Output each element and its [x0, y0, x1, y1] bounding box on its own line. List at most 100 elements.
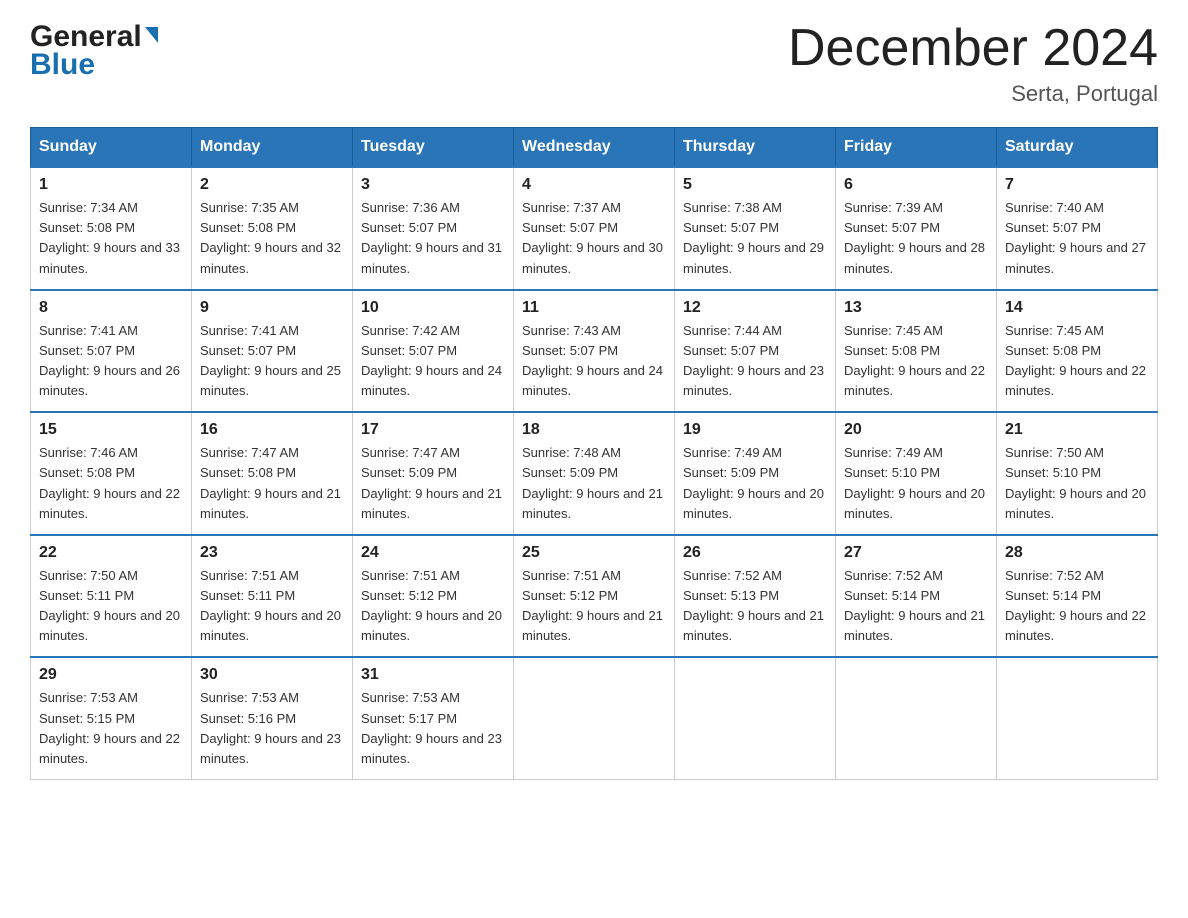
day-cell: 28 Sunrise: 7:52 AM Sunset: 5:14 PM Dayl…: [997, 535, 1158, 658]
day-cell: 30 Sunrise: 7:53 AM Sunset: 5:16 PM Dayl…: [192, 657, 353, 779]
col-header-sunday: Sunday: [31, 128, 192, 168]
day-info: Sunrise: 7:47 AM Sunset: 5:09 PM Dayligh…: [361, 443, 505, 524]
day-info: Sunrise: 7:39 AM Sunset: 5:07 PM Dayligh…: [844, 198, 988, 279]
day-cell: 29 Sunrise: 7:53 AM Sunset: 5:15 PM Dayl…: [31, 657, 192, 779]
day-number: 26: [683, 544, 827, 562]
col-header-tuesday: Tuesday: [353, 128, 514, 168]
day-cell: 19 Sunrise: 7:49 AM Sunset: 5:09 PM Dayl…: [675, 412, 836, 535]
day-number: 14: [1005, 299, 1149, 317]
day-info: Sunrise: 7:36 AM Sunset: 5:07 PM Dayligh…: [361, 198, 505, 279]
day-info: Sunrise: 7:51 AM Sunset: 5:11 PM Dayligh…: [200, 566, 344, 647]
day-info: Sunrise: 7:49 AM Sunset: 5:09 PM Dayligh…: [683, 443, 827, 524]
day-cell: 8 Sunrise: 7:41 AM Sunset: 5:07 PM Dayli…: [31, 290, 192, 413]
day-number: 8: [39, 299, 183, 317]
day-cell: [514, 657, 675, 779]
day-number: 1: [39, 176, 183, 194]
day-number: 24: [361, 544, 505, 562]
day-info: Sunrise: 7:51 AM Sunset: 5:12 PM Dayligh…: [522, 566, 666, 647]
day-number: 17: [361, 421, 505, 439]
day-cell: 13 Sunrise: 7:45 AM Sunset: 5:08 PM Dayl…: [836, 290, 997, 413]
day-number: 29: [39, 666, 183, 684]
day-number: 3: [361, 176, 505, 194]
day-number: 7: [1005, 176, 1149, 194]
day-number: 5: [683, 176, 827, 194]
day-number: 9: [200, 299, 344, 317]
day-number: 21: [1005, 421, 1149, 439]
day-cell: 15 Sunrise: 7:46 AM Sunset: 5:08 PM Dayl…: [31, 412, 192, 535]
col-header-wednesday: Wednesday: [514, 128, 675, 168]
day-cell: 2 Sunrise: 7:35 AM Sunset: 5:08 PM Dayli…: [192, 167, 353, 290]
day-info: Sunrise: 7:53 AM Sunset: 5:16 PM Dayligh…: [200, 688, 344, 769]
day-cell: 9 Sunrise: 7:41 AM Sunset: 5:07 PM Dayli…: [192, 290, 353, 413]
day-info: Sunrise: 7:38 AM Sunset: 5:07 PM Dayligh…: [683, 198, 827, 279]
day-info: Sunrise: 7:52 AM Sunset: 5:14 PM Dayligh…: [844, 566, 988, 647]
day-cell: 20 Sunrise: 7:49 AM Sunset: 5:10 PM Dayl…: [836, 412, 997, 535]
day-number: 25: [522, 544, 666, 562]
day-info: Sunrise: 7:50 AM Sunset: 5:11 PM Dayligh…: [39, 566, 183, 647]
day-info: Sunrise: 7:41 AM Sunset: 5:07 PM Dayligh…: [39, 321, 183, 402]
day-cell: [997, 657, 1158, 779]
day-cell: 24 Sunrise: 7:51 AM Sunset: 5:12 PM Dayl…: [353, 535, 514, 658]
day-number: 4: [522, 176, 666, 194]
day-info: Sunrise: 7:40 AM Sunset: 5:07 PM Dayligh…: [1005, 198, 1149, 279]
day-cell: 4 Sunrise: 7:37 AM Sunset: 5:07 PM Dayli…: [514, 167, 675, 290]
day-cell: 26 Sunrise: 7:52 AM Sunset: 5:13 PM Dayl…: [675, 535, 836, 658]
day-info: Sunrise: 7:53 AM Sunset: 5:15 PM Dayligh…: [39, 688, 183, 769]
week-row-2: 8 Sunrise: 7:41 AM Sunset: 5:07 PM Dayli…: [31, 290, 1158, 413]
page-header: General Blue December 2024 Serta, Portug…: [30, 20, 1158, 107]
day-info: Sunrise: 7:43 AM Sunset: 5:07 PM Dayligh…: [522, 321, 666, 402]
day-info: Sunrise: 7:46 AM Sunset: 5:08 PM Dayligh…: [39, 443, 183, 524]
day-info: Sunrise: 7:41 AM Sunset: 5:07 PM Dayligh…: [200, 321, 344, 402]
day-number: 31: [361, 666, 505, 684]
col-header-friday: Friday: [836, 128, 997, 168]
day-number: 11: [522, 299, 666, 317]
day-info: Sunrise: 7:44 AM Sunset: 5:07 PM Dayligh…: [683, 321, 827, 402]
day-number: 27: [844, 544, 988, 562]
day-cell: 21 Sunrise: 7:50 AM Sunset: 5:10 PM Dayl…: [997, 412, 1158, 535]
header-row: SundayMondayTuesdayWednesdayThursdayFrid…: [31, 128, 1158, 168]
logo-blue: Blue: [30, 48, 95, 82]
day-cell: [675, 657, 836, 779]
day-number: 6: [844, 176, 988, 194]
day-cell: 18 Sunrise: 7:48 AM Sunset: 5:09 PM Dayl…: [514, 412, 675, 535]
week-row-3: 15 Sunrise: 7:46 AM Sunset: 5:08 PM Dayl…: [31, 412, 1158, 535]
day-cell: 25 Sunrise: 7:51 AM Sunset: 5:12 PM Dayl…: [514, 535, 675, 658]
day-info: Sunrise: 7:34 AM Sunset: 5:08 PM Dayligh…: [39, 198, 183, 279]
day-info: Sunrise: 7:52 AM Sunset: 5:13 PM Dayligh…: [683, 566, 827, 647]
day-number: 20: [844, 421, 988, 439]
day-number: 28: [1005, 544, 1149, 562]
title-section: December 2024 Serta, Portugal: [788, 20, 1158, 107]
day-info: Sunrise: 7:45 AM Sunset: 5:08 PM Dayligh…: [1005, 321, 1149, 402]
day-info: Sunrise: 7:37 AM Sunset: 5:07 PM Dayligh…: [522, 198, 666, 279]
day-number: 2: [200, 176, 344, 194]
day-number: 10: [361, 299, 505, 317]
day-info: Sunrise: 7:51 AM Sunset: 5:12 PM Dayligh…: [361, 566, 505, 647]
day-cell: 22 Sunrise: 7:50 AM Sunset: 5:11 PM Dayl…: [31, 535, 192, 658]
day-info: Sunrise: 7:47 AM Sunset: 5:08 PM Dayligh…: [200, 443, 344, 524]
day-cell: 1 Sunrise: 7:34 AM Sunset: 5:08 PM Dayli…: [31, 167, 192, 290]
day-cell: 12 Sunrise: 7:44 AM Sunset: 5:07 PM Dayl…: [675, 290, 836, 413]
day-info: Sunrise: 7:53 AM Sunset: 5:17 PM Dayligh…: [361, 688, 505, 769]
day-cell: 23 Sunrise: 7:51 AM Sunset: 5:11 PM Dayl…: [192, 535, 353, 658]
logo: General Blue: [30, 20, 158, 82]
day-number: 15: [39, 421, 183, 439]
day-number: 12: [683, 299, 827, 317]
day-cell: 7 Sunrise: 7:40 AM Sunset: 5:07 PM Dayli…: [997, 167, 1158, 290]
day-info: Sunrise: 7:48 AM Sunset: 5:09 PM Dayligh…: [522, 443, 666, 524]
day-number: 13: [844, 299, 988, 317]
day-cell: 31 Sunrise: 7:53 AM Sunset: 5:17 PM Dayl…: [353, 657, 514, 779]
day-cell: 3 Sunrise: 7:36 AM Sunset: 5:07 PM Dayli…: [353, 167, 514, 290]
day-cell: 17 Sunrise: 7:47 AM Sunset: 5:09 PM Dayl…: [353, 412, 514, 535]
day-cell: 11 Sunrise: 7:43 AM Sunset: 5:07 PM Dayl…: [514, 290, 675, 413]
day-cell: 27 Sunrise: 7:52 AM Sunset: 5:14 PM Dayl…: [836, 535, 997, 658]
day-cell: 5 Sunrise: 7:38 AM Sunset: 5:07 PM Dayli…: [675, 167, 836, 290]
day-info: Sunrise: 7:35 AM Sunset: 5:08 PM Dayligh…: [200, 198, 344, 279]
calendar-table: SundayMondayTuesdayWednesdayThursdayFrid…: [30, 127, 1158, 780]
location: Serta, Portugal: [788, 81, 1158, 107]
day-info: Sunrise: 7:45 AM Sunset: 5:08 PM Dayligh…: [844, 321, 988, 402]
day-number: 16: [200, 421, 344, 439]
day-cell: 10 Sunrise: 7:42 AM Sunset: 5:07 PM Dayl…: [353, 290, 514, 413]
day-number: 22: [39, 544, 183, 562]
day-cell: 16 Sunrise: 7:47 AM Sunset: 5:08 PM Dayl…: [192, 412, 353, 535]
day-number: 23: [200, 544, 344, 562]
